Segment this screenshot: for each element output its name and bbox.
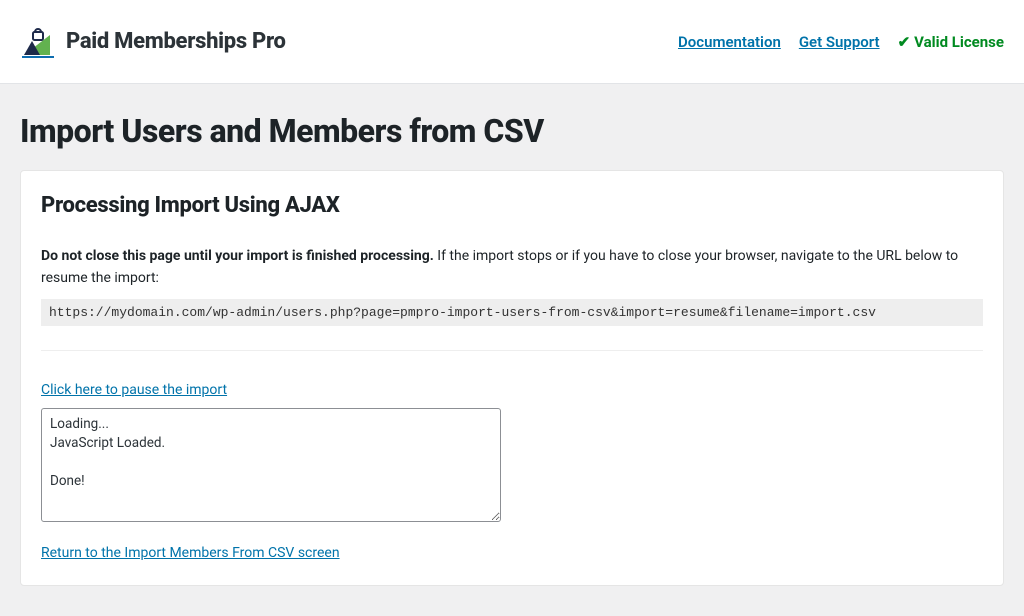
get-support-link[interactable]: Get Support xyxy=(799,33,880,51)
license-status: ✔ Valid License xyxy=(898,33,1004,51)
topbar-links: Documentation Get Support ✔ Valid Licens… xyxy=(678,33,1004,51)
import-log-textarea[interactable] xyxy=(41,408,501,522)
license-label: Valid License xyxy=(914,33,1004,51)
brand-name: Paid Memberships Pro xyxy=(66,29,286,54)
top-bar: Paid Memberships Pro Documentation Get S… xyxy=(0,0,1024,84)
warning-text: Do not close this page until your import… xyxy=(41,246,983,289)
check-icon: ✔ xyxy=(898,33,911,51)
return-link[interactable]: Return to the Import Members From CSV sc… xyxy=(41,545,340,561)
brand-logo-icon xyxy=(20,25,56,59)
divider xyxy=(41,350,983,351)
resume-url: https://mydomain.com/wp-admin/users.php?… xyxy=(41,299,983,326)
brand: Paid Memberships Pro xyxy=(20,25,286,59)
page-content: Import Users and Members from CSV Proces… xyxy=(0,112,1024,616)
import-panel: Processing Import Using AJAX Do not clos… xyxy=(20,170,1004,586)
page-title: Import Users and Members from CSV xyxy=(20,112,1004,150)
pause-import-link[interactable]: Click here to pause the import xyxy=(41,382,227,398)
documentation-link[interactable]: Documentation xyxy=(678,33,781,51)
warning-strong: Do not close this page until your import… xyxy=(41,248,434,264)
section-heading: Processing Import Using AJAX xyxy=(41,193,983,218)
